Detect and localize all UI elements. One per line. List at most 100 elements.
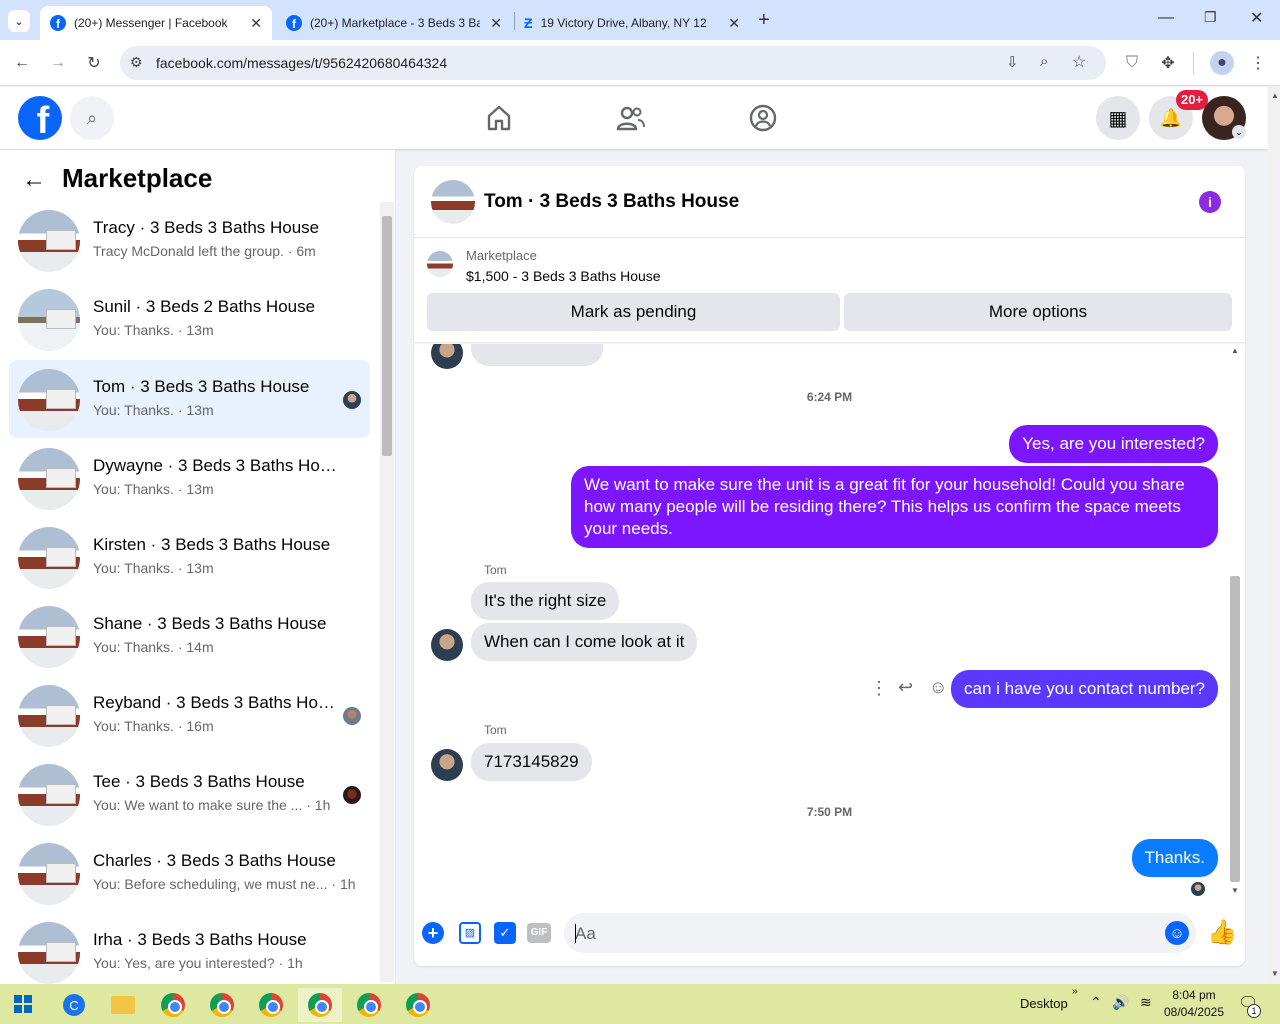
conversation-item[interactable]: Sunil · 3 Beds 2 Baths House You: Thanks… [9, 280, 370, 358]
conversation-item[interactable]: Dywayne · 3 Beds 3 Baths House You: Than… [9, 439, 370, 517]
taskbar-chrome-icon[interactable] [249, 988, 293, 1022]
tab-marketplace[interactable]: f (20+) Marketplace - 3 Beds 3 Ba ✕ [276, 6, 512, 40]
tab-messenger[interactable]: f (20+) Messenger | Facebook ✕ [40, 6, 272, 40]
sidebar-scrollbar[interactable] [380, 202, 394, 982]
facebook-logo-icon[interactable]: f [18, 96, 62, 140]
scrollbar-thumb[interactable] [382, 216, 392, 456]
seen-avatar [343, 786, 361, 804]
reload-icon[interactable]: ↻ [82, 51, 106, 75]
thumbs-up-icon[interactable]: 👍 [1207, 918, 1237, 947]
chat-scrollbar[interactable]: ▲ ▼ [1228, 346, 1242, 898]
conversation-item[interactable]: Shane · 3 Beds 3 Baths House You: Thanks… [9, 597, 370, 675]
message-outgoing[interactable]: can i have you contact number? [951, 670, 1218, 708]
page-scrollbar[interactable]: ▲ ▼ [1268, 87, 1280, 984]
scrollbar-thumb[interactable] [1230, 576, 1240, 882]
site-info-icon[interactable]: ⚙ [130, 54, 143, 71]
new-tab-icon[interactable]: + [758, 9, 770, 32]
listing-title[interactable]: $1,500 - 3 Beds 3 Baths House [466, 268, 661, 284]
conversation-item-selected[interactable]: Tom · 3 Beds 3 Baths House You: Thanks. … [9, 360, 370, 438]
conversation-item[interactable]: Irha · 3 Beds 3 Baths House You: Yes, ar… [9, 913, 370, 984]
menu-grid-icon[interactable]: ▦ [1096, 96, 1140, 140]
sticker-icon[interactable]: ✓ [494, 922, 516, 944]
conversation-item[interactable]: Charles · 3 Beds 3 Baths House You: Befo… [9, 834, 370, 912]
address-bar[interactable]: ⚙ facebook.com/messages/t/95624206804643… [120, 46, 1106, 80]
message-outgoing[interactable]: Yes, are you interested? [1009, 425, 1218, 463]
taskbar-chrome-icon[interactable] [151, 988, 195, 1022]
clock-time[interactable]: 8:04 pm [1162, 988, 1226, 1002]
message-outgoing[interactable]: We want to make sure the unit is a great… [571, 466, 1218, 548]
conversation-name: Irha · 3 Beds 3 Baths House [93, 930, 307, 949]
tab-search-icon[interactable]: ⌄ [8, 10, 30, 32]
menu-kebab-icon[interactable]: ⋮ [1246, 51, 1270, 75]
show-hidden-icons-chevron[interactable]: ⌃ [1090, 994, 1102, 1011]
message-outgoing[interactable]: Thanks. [1131, 839, 1218, 877]
bookmark-star-icon[interactable]: ☆ [1072, 52, 1086, 72]
extensions-icon[interactable]: ✥ [1156, 51, 1180, 75]
taskbar-chrome-icon[interactable] [396, 988, 440, 1022]
windows-start-icon[interactable] [14, 995, 32, 1013]
tab-zillow[interactable]: Ƶ 19 Victory Drive, Albany, NY 12 ✕ [514, 6, 750, 40]
more-options-button[interactable]: More options [844, 293, 1232, 331]
add-plus-icon[interactable]: + [422, 922, 444, 944]
listing-thumbnail [18, 210, 80, 272]
text-cursor [575, 924, 576, 943]
desktop-toolbar-label[interactable]: Desktop [1020, 996, 1068, 1011]
taskbar-chrome-icon[interactable] [200, 988, 244, 1022]
mark-as-pending-button[interactable]: Mark as pending [427, 293, 840, 331]
restore-window-icon[interactable]: ❐ [1204, 9, 1217, 26]
conversation-item[interactable]: Kirsten · 3 Beds 3 Baths House You: Than… [9, 518, 370, 596]
scroll-up-icon[interactable]: ▲ [1231, 346, 1239, 355]
listing-thumbnail [18, 606, 80, 668]
toolbar-expand-icon[interactable]: » [1072, 986, 1078, 997]
photo-icon[interactable]: ▨ [459, 922, 481, 944]
conversation-preview: You: Yes, are you interested? · 1h [93, 955, 303, 971]
info-icon[interactable]: i [1199, 191, 1221, 213]
minimize-window-icon[interactable]: — [1158, 9, 1174, 27]
scroll-up-icon[interactable]: ▲ [1271, 91, 1279, 100]
shield-extension-icon[interactable]: ⛉ [1120, 51, 1144, 75]
message-incoming[interactable]: 7173145829 [471, 743, 592, 781]
message-incoming[interactable]: When can I come look at it [471, 623, 698, 661]
back-arrow-icon[interactable]: ← [22, 166, 46, 194]
install-app-icon[interactable]: ⇩ [1006, 53, 1019, 71]
gif-icon[interactable]: GIF [527, 923, 551, 943]
back-icon[interactable]: ← [10, 51, 34, 75]
conversation-preview: You: We want to make sure the ... · 1h [93, 797, 331, 813]
message-incoming[interactable]: It's the right size [471, 582, 620, 620]
scroll-down-icon[interactable]: ▼ [1271, 969, 1279, 978]
conversation-preview: You: Before scheduling, we must ne... · … [93, 876, 356, 892]
groups-icon[interactable] [748, 103, 778, 138]
scroll-down-icon[interactable]: ▼ [1231, 886, 1239, 895]
clock-date[interactable]: 08/04/2025 [1162, 1005, 1226, 1019]
forward-icon[interactable]: → [46, 51, 70, 75]
taskbar-chrome-icon[interactable] [347, 988, 391, 1022]
close-tab-icon[interactable]: ✕ [728, 15, 740, 32]
listing-thumbnail [18, 289, 80, 351]
taskbar-cortana-icon[interactable]: C [52, 988, 96, 1022]
taskbar-file-explorer-icon[interactable] [101, 988, 145, 1022]
listing-thumbnail [18, 527, 80, 589]
zoom-icon[interactable]: ⌕ [1040, 53, 1048, 70]
reply-icon[interactable]: ↩ [898, 677, 913, 698]
chat-title[interactable]: Tom · 3 Beds 3 Baths House [484, 191, 739, 213]
friends-icon[interactable] [616, 103, 646, 138]
close-window-icon[interactable]: ✕ [1250, 8, 1263, 28]
chat-listing-avatar[interactable] [431, 180, 475, 224]
emoji-icon[interactable]: ☺ [1165, 921, 1189, 945]
conversation-item[interactable]: Tracy · 3 Beds 3 Baths House Tracy McDon… [9, 201, 370, 279]
volume-icon[interactable]: 🔊 [1112, 994, 1129, 1011]
conversation-item[interactable]: Reyband · 3 Beds 3 Baths Hou... You: Tha… [9, 676, 370, 754]
close-tab-icon[interactable]: ✕ [250, 15, 262, 32]
close-tab-icon[interactable]: ✕ [490, 15, 502, 32]
conversation-name: Reyband · 3 Beds 3 Baths Hou... [93, 693, 338, 712]
message-list: 6:24 PM Yes, are you interested? We want… [414, 344, 1245, 902]
more-actions-icon[interactable]: ⋮ [870, 678, 888, 699]
home-icon[interactable] [484, 103, 516, 133]
react-emoji-icon[interactable]: ☺ [929, 677, 947, 698]
profile-icon[interactable]: ● [1210, 51, 1234, 75]
message-input[interactable]: Aa ☺ [564, 913, 1196, 953]
taskbar-chrome-icon-active[interactable] [298, 988, 342, 1022]
conversation-item[interactable]: Tee · 3 Beds 3 Baths House You: We want … [9, 755, 370, 833]
network-icon[interactable]: ≋ [1140, 994, 1152, 1011]
search-icon[interactable]: ⌕ [70, 96, 114, 140]
